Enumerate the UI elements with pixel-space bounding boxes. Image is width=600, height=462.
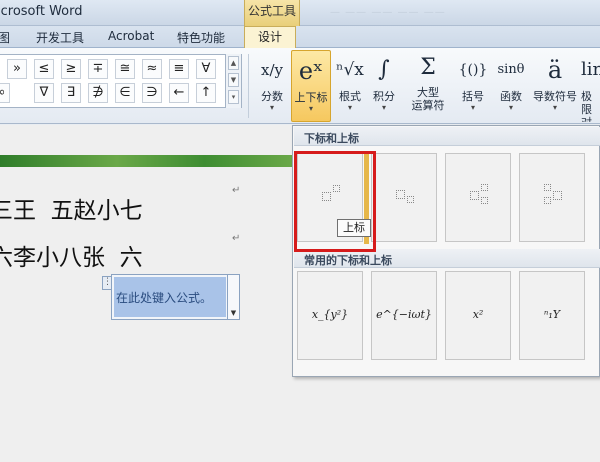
chevron-down-icon: ▾	[470, 103, 475, 112]
gallery-section-header: 下标和上标	[294, 127, 600, 146]
base-placeholder-icon	[470, 191, 479, 200]
common-script-template[interactable]: e^{−iωt}	[371, 271, 437, 360]
paragraph-mark: ↵	[232, 185, 241, 196]
symbol-button[interactable]: ∀	[196, 59, 216, 79]
symbol-gallery: » ≤ ≥ ∓ ≅ ≈ ≡ ∀ ∞ ∇ ∃ ∌ ∈ ∋ ← ↑	[0, 54, 242, 108]
text-line-2: 六李小八张 六	[0, 245, 143, 271]
symbol-button[interactable]: ∋	[142, 83, 162, 103]
tab-developer[interactable]: 开发工具	[36, 29, 84, 46]
chevron-down-icon: ▾	[508, 103, 513, 112]
accent-button[interactable]: ä 导数符号 ▾	[531, 50, 579, 122]
script-sample: e^{−iωt}	[376, 308, 432, 321]
chevron-down-icon[interactable]: ▼	[227, 275, 239, 319]
limit-log-button[interactable]: lin 极限 对数	[581, 50, 600, 122]
tab-design[interactable]: 设计	[244, 26, 296, 49]
base-placeholder-icon	[553, 191, 562, 200]
subscript-placeholder-icon	[544, 197, 551, 204]
symbol-button[interactable]: ≅	[115, 59, 135, 79]
integral-icon: ∫	[378, 57, 390, 82]
equation-box[interactable]: 在此处键入公式。 ▼	[111, 274, 240, 320]
tab-view[interactable]: 图	[0, 29, 10, 46]
symbol-gallery-scrollbar[interactable]: ▲ ▼ ▾	[225, 54, 241, 108]
function-icon: sinθ	[497, 62, 525, 77]
superscript-placeholder-icon	[544, 184, 551, 191]
symbol-button[interactable]: ∞	[0, 83, 10, 103]
ghost-title-text: — —— —— —— ——	[330, 7, 446, 18]
symbol-button[interactable]: ∃	[61, 83, 81, 103]
function-button[interactable]: sinθ 函数 ▾	[493, 50, 529, 122]
chevron-down-icon: ▾	[381, 103, 386, 112]
symbol-button[interactable]: »	[7, 59, 27, 79]
symbol-button[interactable]: ↑	[196, 83, 216, 103]
subscript-placeholder-icon	[407, 196, 414, 203]
context-tab-title: 公式工具	[244, 0, 300, 26]
chevron-down-icon: ▾	[308, 104, 313, 113]
tab-acrobat[interactable]: Acrobat	[108, 29, 154, 43]
symbol-button[interactable]: ←	[169, 83, 189, 103]
symbol-button[interactable]: ∓	[88, 59, 108, 79]
fraction-button[interactable]: x/y 分数 ▾	[256, 50, 288, 122]
superscript-icon: eˣ	[298, 57, 324, 85]
app-title: icrosoft Word	[0, 4, 83, 19]
more-icon[interactable]: ▾	[228, 90, 239, 104]
scroll-down-icon[interactable]: ▼	[228, 73, 239, 87]
subscript-template[interactable]	[371, 153, 437, 242]
script-sample: ⁿ₁Y	[543, 308, 561, 321]
scroll-up-icon[interactable]: ▲	[228, 56, 239, 70]
bracket-button[interactable]: {()} 括号 ▾	[455, 50, 491, 122]
large-operator-button[interactable]: Σ 大型 运算符	[403, 50, 453, 122]
limit-icon: lin	[581, 59, 600, 80]
script-button[interactable]: eˣ 上下标 ▾	[291, 50, 331, 122]
chevron-down-icon: ▾	[269, 103, 274, 112]
title-bar: icrosoft Word — —— —— —— —— 公式工具	[0, 0, 600, 26]
radical-button[interactable]: ⁿ√x 根式 ▾	[334, 50, 366, 122]
symbol-button[interactable]: ≥	[61, 59, 81, 79]
header-image	[0, 155, 292, 167]
symbol-button[interactable]: ≡	[169, 59, 189, 79]
symbol-button[interactable]: ∇	[34, 83, 54, 103]
superscript-placeholder-icon	[481, 184, 488, 191]
base-placeholder-icon	[396, 190, 405, 199]
accent-icon: ä	[547, 56, 563, 84]
common-script-template[interactable]: ⁿ₁Y	[519, 271, 585, 360]
left-sub-superscript-template[interactable]	[519, 153, 585, 242]
symbol-button[interactable]: ∈	[115, 83, 135, 103]
sigma-icon: Σ	[420, 55, 436, 80]
ribbon: » ≤ ≥ ∓ ≅ ≈ ≡ ∀ ∞ ∇ ∃ ∌ ∈ ∋ ← ↑ ▲ ▼ ▾ x/…	[0, 48, 600, 124]
sub-superscript-template[interactable]	[445, 153, 511, 242]
fraction-icon: x/y	[261, 61, 283, 79]
symbol-button[interactable]: ∌	[88, 83, 108, 103]
symbol-button[interactable]: ≈	[142, 59, 162, 79]
integral-button[interactable]: ∫ 积分 ▾	[368, 50, 400, 122]
bracket-icon: {()}	[458, 62, 488, 78]
tab-special-features[interactable]: 特色功能	[177, 29, 225, 46]
script-sample: x²	[472, 308, 484, 321]
subscript-placeholder-icon	[481, 197, 488, 204]
text-line-1: 三王 五赵小七	[0, 198, 143, 224]
symbol-button[interactable]: ≤	[34, 59, 54, 79]
equation-placeholder[interactable]: 在此处键入公式。	[114, 277, 226, 317]
common-script-template[interactable]: x²	[445, 271, 511, 360]
paragraph-mark: ↵	[232, 233, 241, 244]
chevron-down-icon: ▾	[552, 103, 557, 112]
chevron-down-icon: ▾	[347, 103, 352, 112]
ribbon-tab-row: 图 开发工具 Acrobat 特色功能 设计	[0, 26, 600, 49]
tooltip: 上标	[337, 219, 371, 237]
group-divider	[248, 54, 249, 118]
common-script-template[interactable]: x_{y²}	[297, 271, 363, 360]
radical-icon: ⁿ√x	[336, 60, 364, 80]
script-sample: x_{y²}	[311, 308, 349, 321]
